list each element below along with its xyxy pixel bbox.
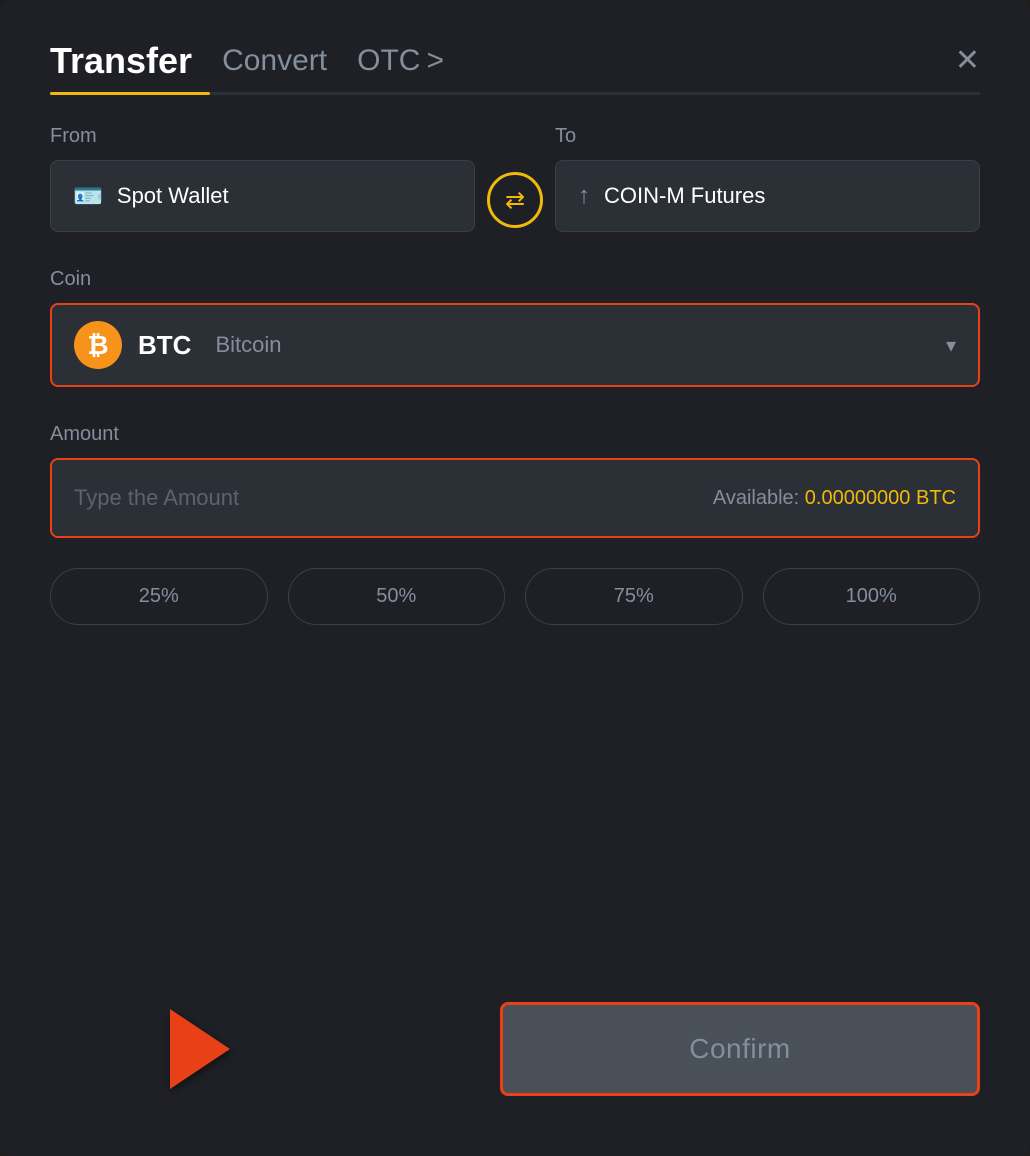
- from-label: From: [50, 125, 475, 148]
- coin-symbol: BTC: [138, 330, 191, 361]
- futures-icon: ↑: [578, 182, 590, 210]
- coin-selector[interactable]: ₿ BTC Bitcoin ▾: [50, 303, 980, 387]
- confirm-area: Confirm: [50, 982, 980, 1096]
- from-wallet-selector[interactable]: 🪪 Spot Wallet: [50, 160, 475, 232]
- available-value: 0.00000000 BTC: [805, 487, 956, 509]
- amount-field[interactable]: Type the Amount Available: 0.00000000 BT…: [50, 458, 980, 538]
- available-text: Available: 0.00000000 BTC: [713, 487, 956, 510]
- arrow-container: [170, 1009, 230, 1089]
- swap-container: ⇄: [475, 172, 555, 232]
- amount-placeholder: Type the Amount: [74, 485, 239, 511]
- modal-header: Transfer Convert OTC > ✕: [50, 40, 980, 82]
- close-button[interactable]: ✕: [955, 46, 980, 76]
- amount-label: Amount: [50, 423, 119, 445]
- from-to-row: From 🪪 Spot Wallet ⇄ To ↑ COIN-M Futures: [50, 125, 980, 232]
- tab-underline: [50, 92, 980, 95]
- otc-chevron-icon: >: [426, 44, 444, 78]
- to-wallet-name: COIN-M Futures: [604, 183, 765, 209]
- coin-chevron-icon: ▾: [946, 333, 956, 358]
- swap-icon: ⇄: [505, 186, 525, 215]
- from-wallet-name: Spot Wallet: [117, 183, 229, 209]
- percent-row: 25% 50% 75% 100%: [50, 568, 980, 625]
- to-label: To: [555, 125, 980, 148]
- percent-50-button[interactable]: 50%: [288, 568, 506, 625]
- tab-otc[interactable]: OTC >: [357, 44, 444, 78]
- tab-convert[interactable]: Convert: [222, 44, 327, 78]
- transfer-modal: Transfer Convert OTC > ✕ From 🪪 Spot Wal…: [0, 0, 1030, 1156]
- coin-label: Coin: [50, 268, 91, 290]
- percent-100-button[interactable]: 100%: [763, 568, 981, 625]
- percent-75-button[interactable]: 75%: [525, 568, 743, 625]
- tab-transfer[interactable]: Transfer: [50, 40, 192, 82]
- from-section: From 🪪 Spot Wallet: [50, 125, 475, 232]
- coin-full-name: Bitcoin: [215, 332, 281, 358]
- wallet-icon: 🪪: [73, 182, 103, 211]
- percent-25-button[interactable]: 25%: [50, 568, 268, 625]
- confirm-button[interactable]: Confirm: [500, 1002, 980, 1096]
- to-wallet-selector[interactable]: ↑ COIN-M Futures: [555, 160, 980, 232]
- active-tab-indicator: [50, 92, 210, 95]
- to-section: To ↑ COIN-M Futures: [555, 125, 980, 232]
- arrow-icon: [170, 1009, 230, 1089]
- coin-section: Coin ₿ BTC Bitcoin ▾: [50, 268, 980, 387]
- amount-section: Amount Type the Amount Available: 0.0000…: [50, 423, 980, 538]
- swap-button[interactable]: ⇄: [487, 172, 543, 228]
- btc-icon: ₿: [74, 321, 122, 369]
